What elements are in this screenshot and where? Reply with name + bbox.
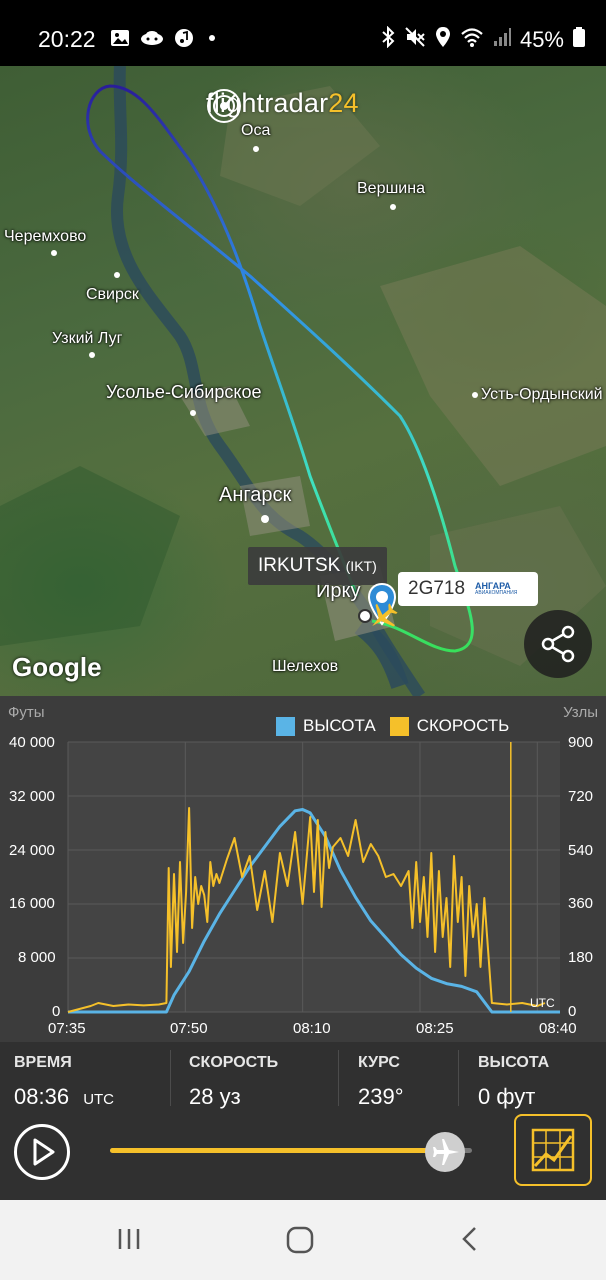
playback-slider[interactable] xyxy=(110,1148,472,1153)
y-tick: 16 000 xyxy=(9,895,55,912)
status-bar: 20:22 45% xyxy=(0,0,606,66)
y2-tick: 900 xyxy=(568,734,594,751)
utc-label: UTC xyxy=(530,996,555,1010)
time-unit: UTC xyxy=(83,1091,115,1108)
battery-icon xyxy=(572,26,586,53)
info-time: ВРЕМЯ 08:36 UTC xyxy=(0,1042,170,1112)
airplane-icon xyxy=(432,1139,459,1165)
game-controller-icon xyxy=(140,28,164,53)
share-button[interactable] xyxy=(524,610,592,678)
airline-sub: АВИАКОМПАНИЯ xyxy=(475,590,518,596)
x-tick: 08:40 xyxy=(539,1020,577,1037)
airport-label[interactable]: IRKUTSK (IKT) xyxy=(248,547,387,585)
city-osa[interactable]: Оса xyxy=(241,122,270,140)
city-dot xyxy=(261,515,269,523)
city-shelekhov[interactable]: Шелехов xyxy=(272,658,338,676)
city-dot xyxy=(472,392,478,398)
city-uzkiy-lug[interactable]: Узкий Луг xyxy=(52,330,122,348)
airline-logo: АНГАРА АВИАКОМПАНИЯ xyxy=(475,582,517,596)
city-dot xyxy=(253,146,259,152)
y-tick: 8 000 xyxy=(18,949,56,966)
y-tick: 32 000 xyxy=(9,788,55,805)
gallery-icon xyxy=(110,28,130,53)
time-value: 08:36 xyxy=(14,1084,70,1109)
play-icon xyxy=(33,1138,55,1166)
chart-icon xyxy=(531,1128,575,1172)
x-tick: 07:35 xyxy=(48,1020,86,1037)
mute-icon xyxy=(404,26,426,53)
home-icon[interactable] xyxy=(284,1224,316,1256)
city-vershina[interactable]: Вершина xyxy=(357,180,425,198)
flight-map[interactable]: flightradar24 Оса Вершина Черемхово Свир… xyxy=(0,66,606,696)
play-button[interactable] xyxy=(14,1124,70,1180)
course-label: КУРС xyxy=(358,1054,400,1071)
location-icon xyxy=(434,26,452,53)
y-tick: 24 000 xyxy=(9,842,55,859)
y2-tick: 540 xyxy=(568,842,594,859)
logo-text-24: 24 xyxy=(328,88,359,118)
course-value: 239° xyxy=(358,1084,404,1109)
altitude-value: 0 фут xyxy=(478,1084,536,1109)
time-value-wrap: 08:36 UTC xyxy=(14,1084,114,1110)
city-ust-ordynsky[interactable]: Усть-Ордынский xyxy=(481,386,603,404)
time-label: ВРЕМЯ xyxy=(14,1054,72,1071)
status-time: 20:22 xyxy=(38,26,96,52)
altitude-speed-chart[interactable]: Футы Узлы ВЫСОТА СКОРОСТЬ 40 000 32 000 … xyxy=(0,696,606,1042)
flight-callout[interactable]: 2G718 АНГАРА АВИАКОМПАНИЯ xyxy=(398,572,538,606)
speed-value: 28 уз xyxy=(189,1084,241,1109)
city-dot xyxy=(51,250,57,256)
battery-percent: 45% xyxy=(519,26,564,52)
bluetooth-icon xyxy=(380,25,396,53)
airport-name: IRKUTSK xyxy=(258,555,341,576)
back-icon[interactable] xyxy=(456,1224,484,1254)
recent-apps-icon[interactable] xyxy=(114,1224,144,1254)
x-tick: 08:25 xyxy=(416,1020,454,1037)
city-dot xyxy=(89,352,95,358)
info-altitude: ВЫСОТА 0 фут xyxy=(458,1042,606,1112)
city-cheremkhovo[interactable]: Черемхово xyxy=(4,228,86,246)
y2-tick: 720 xyxy=(568,788,594,805)
city-angarsk[interactable]: Ангарск xyxy=(219,484,291,507)
info-speed: СКОРОСТЬ 28 уз xyxy=(170,1042,338,1112)
airport-code: (IKT) xyxy=(345,558,377,574)
flight-number: 2G718 xyxy=(408,578,466,599)
chart-toggle-button[interactable] xyxy=(514,1114,592,1186)
city-dot xyxy=(114,272,120,278)
aircraft-icon[interactable] xyxy=(366,600,400,634)
playback-controls xyxy=(0,1112,606,1200)
playback-progress xyxy=(110,1148,445,1153)
chart-plot[interactable] xyxy=(0,696,606,1042)
altitude-label: ВЫСОТА xyxy=(478,1054,550,1071)
wifi-icon xyxy=(460,26,484,53)
info-course: КУРС 239° xyxy=(338,1042,458,1112)
share-icon xyxy=(541,625,575,663)
x-tick: 07:50 xyxy=(170,1020,208,1037)
radar-icon xyxy=(207,89,241,123)
y2-tick: 360 xyxy=(568,895,594,912)
city-dot xyxy=(190,410,196,416)
city-svirsk[interactable]: Свирск xyxy=(86,286,139,304)
y-tick: 40 000 xyxy=(9,734,55,751)
speed-label: СКОРОСТЬ xyxy=(189,1054,279,1071)
signal-icon xyxy=(492,26,512,53)
google-logo: Google xyxy=(12,652,102,682)
y2-tick: 180 xyxy=(568,949,594,966)
dot-icon xyxy=(204,28,220,53)
x-tick: 08:10 xyxy=(293,1020,331,1037)
navigation-bar xyxy=(0,1200,606,1280)
y2-tick: 0 xyxy=(568,1003,577,1020)
flightradar24-logo: flightradar24 xyxy=(206,88,359,123)
y-tick: 0 xyxy=(52,1003,61,1020)
city-dot xyxy=(390,204,396,210)
city-usolye[interactable]: Усолье-Сибирское xyxy=(106,382,261,403)
flight-info-row: ВРЕМЯ 08:36 UTC СКОРОСТЬ 28 уз КУРС 239°… xyxy=(0,1042,606,1112)
playback-thumb[interactable] xyxy=(424,1132,465,1172)
music-icon xyxy=(174,28,194,53)
